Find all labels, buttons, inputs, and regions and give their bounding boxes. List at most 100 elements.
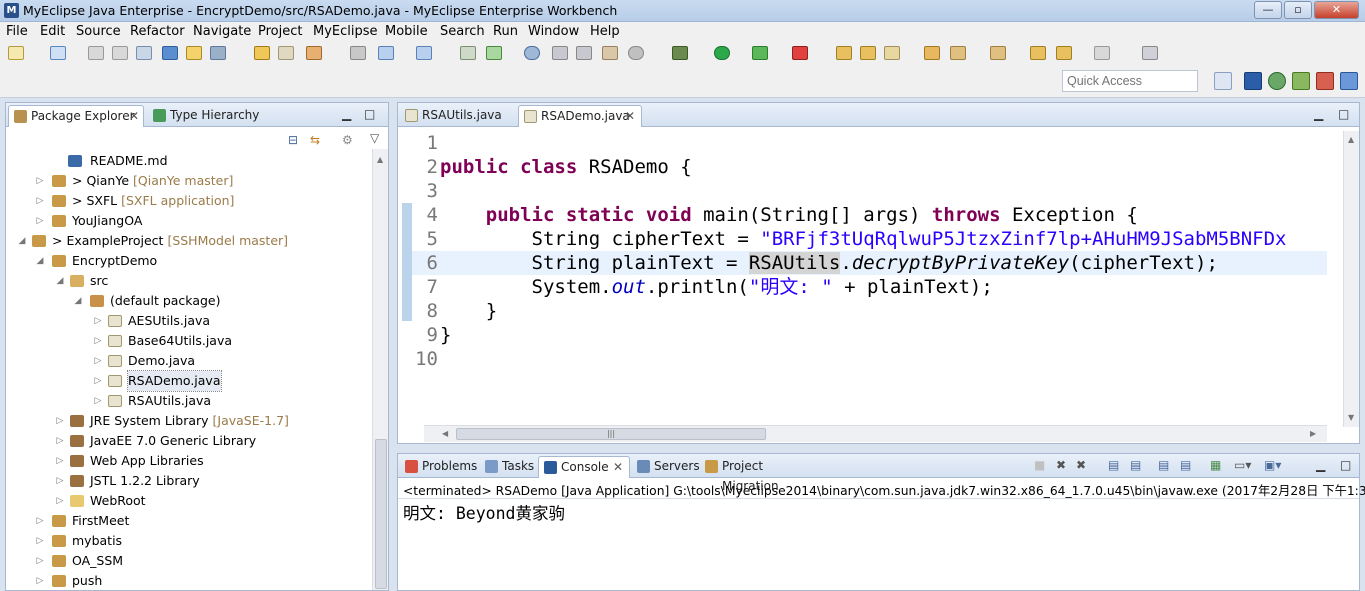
- menu-mobile[interactable]: Mobile: [385, 24, 428, 39]
- last-edit-icon[interactable]: [1030, 46, 1046, 60]
- database-perspective-icon[interactable]: [1292, 72, 1310, 90]
- collapse-arrow-icon[interactable]: ◢: [54, 271, 66, 291]
- minimize-button[interactable]: —: [1254, 1, 1282, 19]
- tree-item-selected[interactable]: ▷ RSADemo.java: [6, 370, 366, 392]
- open-type-icon[interactable]: [836, 46, 852, 60]
- tab-rsademo-java[interactable]: RSADemo.java ✕: [518, 105, 642, 127]
- scroll-lock-icon[interactable]: ▤: [1130, 458, 1141, 472]
- image-icon[interactable]: [552, 46, 568, 60]
- expand-arrow-icon[interactable]: ▷: [92, 311, 104, 331]
- undo-icon[interactable]: [254, 46, 270, 60]
- expand-arrow-icon[interactable]: ▷: [92, 331, 104, 351]
- quick-access-input[interactable]: [1062, 70, 1198, 92]
- tree-item[interactable]: ▷ > QianYe [QianYe master]: [6, 171, 366, 191]
- web-tools-icon[interactable]: [416, 46, 432, 60]
- pin-console-icon[interactable]: ▤: [1180, 458, 1191, 472]
- collapse-arrow-icon[interactable]: ◢: [34, 251, 46, 271]
- mobile-perspective-icon[interactable]: [1340, 72, 1358, 90]
- tree-item[interactable]: ▷ push: [6, 571, 366, 589]
- link-with-editor-icon[interactable]: ⇆: [310, 133, 320, 147]
- view-menu-icon[interactable]: ▽: [370, 131, 379, 145]
- new-console-icon[interactable]: ▣▾: [1264, 458, 1281, 472]
- tools-icon[interactable]: [210, 46, 226, 60]
- image-perspective-icon[interactable]: [1316, 72, 1334, 90]
- forward-icon[interactable]: [1094, 46, 1110, 60]
- menu-project[interactable]: Project: [258, 24, 302, 39]
- server-icon[interactable]: [350, 46, 366, 60]
- tab-type-hierarchy[interactable]: Type Hierarchy: [148, 105, 268, 127]
- tree-item[interactable]: ◢ (default package): [6, 291, 366, 311]
- menu-refactor[interactable]: Refactor: [130, 24, 185, 39]
- db-icon[interactable]: [602, 46, 618, 60]
- connect-icon[interactable]: [628, 46, 644, 60]
- editor-horizontal-scrollbar[interactable]: ◀ ||| ▶: [424, 425, 1327, 442]
- tab-project-migration[interactable]: Project Migration: [700, 456, 820, 493]
- expand-arrow-icon[interactable]: ▷: [34, 211, 46, 231]
- close-tab-icon[interactable]: ✕: [613, 457, 623, 477]
- open-console-icon[interactable]: ▦: [1210, 458, 1221, 472]
- tree-item[interactable]: ▷ mybatis: [6, 531, 366, 551]
- collapse-all-icon[interactable]: ⊟: [288, 133, 298, 147]
- editor-vertical-scrollbar[interactable]: ▲ ▼: [1343, 131, 1359, 427]
- maximize-button[interactable]: ▫: [1284, 1, 1312, 19]
- new-class-icon[interactable]: [460, 46, 476, 60]
- menu-file[interactable]: File: [6, 24, 28, 39]
- scroll-right-icon[interactable]: ▶: [1310, 429, 1316, 438]
- close-window-button[interactable]: ✕: [1314, 1, 1359, 19]
- tab-package-explorer[interactable]: Package Explorer ✕: [8, 105, 144, 127]
- redo-icon[interactable]: [278, 46, 294, 60]
- maximize-view-icon[interactable]: □: [364, 107, 375, 121]
- tree-item[interactable]: ▷ JRE System Library [JavaSE-1.7]: [6, 411, 366, 431]
- expand-arrow-icon[interactable]: ▷: [92, 391, 104, 411]
- tree-item[interactable]: ▷ YouJiangOA: [6, 211, 366, 231]
- debug-icon[interactable]: [672, 46, 688, 60]
- clear-console-icon[interactable]: ▤: [1108, 458, 1119, 472]
- tree-item[interactable]: ▷ Base64Utils.java: [6, 331, 366, 351]
- scroll-left-icon[interactable]: ◀: [442, 429, 448, 438]
- tree-item[interactable]: ▷ RSAUtils.java: [6, 391, 366, 411]
- collapse-arrow-icon[interactable]: ◢: [16, 231, 28, 251]
- java-ee-perspective-icon[interactable]: [1244, 72, 1262, 90]
- maximize-console-icon[interactable]: □: [1340, 458, 1351, 472]
- collapse-arrow-icon[interactable]: ◢: [72, 291, 84, 311]
- save-icon[interactable]: [88, 46, 104, 60]
- tree-item[interactable]: ▷ OA_SSM: [6, 551, 366, 571]
- print-icon[interactable]: [136, 46, 152, 60]
- code-area[interactable]: 1 2 public class RSADemo { 3 4 public sta…: [412, 131, 1327, 419]
- new-package-icon[interactable]: [486, 46, 502, 60]
- search-icon[interactable]: [884, 46, 900, 60]
- back-icon[interactable]: [1056, 46, 1072, 60]
- scroll-up-icon[interactable]: ▲: [1348, 135, 1354, 144]
- deploy-icon[interactable]: [306, 46, 322, 60]
- tab-problems[interactable]: Problems: [400, 456, 478, 478]
- close-tab-icon[interactable]: ✕: [129, 106, 139, 126]
- report-icon[interactable]: [576, 46, 592, 60]
- menu-source[interactable]: Source: [76, 24, 121, 39]
- expand-arrow-icon[interactable]: ▷: [34, 531, 46, 551]
- expand-arrow-icon[interactable]: ▷: [54, 471, 66, 491]
- maximize-editor-icon[interactable]: □: [1338, 107, 1349, 121]
- menu-edit[interactable]: Edit: [40, 24, 65, 39]
- tree-item[interactable]: ▷ > SXFL [SXFL application]: [6, 191, 366, 211]
- tab-rsautils-java[interactable]: RSAUtils.java: [400, 105, 516, 127]
- tree-item[interactable]: ▷ JavaEE 7.0 Generic Library: [6, 431, 366, 451]
- scroll-up-icon[interactable]: ▲: [377, 155, 383, 164]
- filter-icon[interactable]: ⚙: [342, 133, 353, 147]
- word-wrap-icon[interactable]: ▤: [1158, 458, 1169, 472]
- ajax-icon[interactable]: [378, 46, 394, 60]
- debug-perspective-icon[interactable]: [1268, 72, 1286, 90]
- external-tools-icon[interactable]: [792, 46, 808, 60]
- expand-arrow-icon[interactable]: ▷: [92, 351, 104, 371]
- scrollbar-thumb[interactable]: [375, 439, 387, 589]
- expand-arrow-icon[interactable]: ▷: [92, 371, 104, 391]
- scrollbar-thumb[interactable]: |||: [456, 428, 766, 440]
- console-output[interactable]: 明文: Beyond黄家驹: [403, 500, 565, 524]
- package-explorer-scrollbar[interactable]: ▲: [372, 149, 388, 590]
- tree-item[interactable]: ◢ EncryptDemo: [6, 251, 366, 271]
- save-all-icon[interactable]: [112, 46, 128, 60]
- new-icon[interactable]: [8, 46, 24, 60]
- tree-item[interactable]: ▷ FirstMeet: [6, 511, 366, 531]
- remove-all-launches-icon[interactable]: ✖: [1076, 458, 1086, 472]
- prev-annotation-icon[interactable]: [990, 46, 1006, 60]
- close-tab-icon[interactable]: ✕: [625, 106, 635, 126]
